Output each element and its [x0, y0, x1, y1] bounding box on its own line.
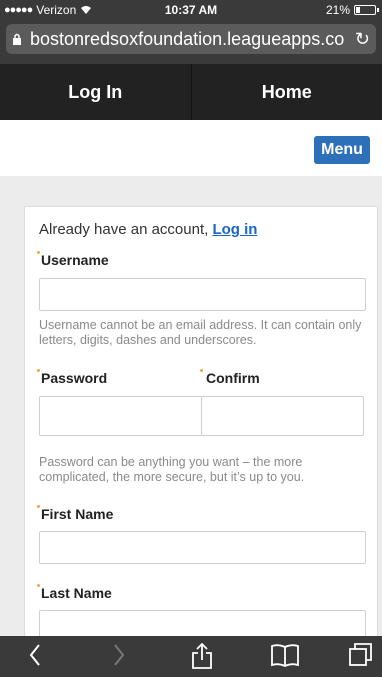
site-nav: Log In Home [0, 64, 382, 120]
url-text: bostonredsoxfoundation.leagueapps.co [30, 28, 345, 49]
username-input[interactable] [39, 278, 366, 311]
reload-icon[interactable]: ↻ [355, 29, 370, 50]
login-link[interactable]: Log in [212, 221, 257, 238]
clock: 10:37 AM [164, 3, 218, 17]
password-help: Password can be anything you want – the … [39, 455, 305, 484]
password-label: Password [41, 370, 108, 386]
username-help: Username cannot be an email address. It … [39, 318, 362, 347]
required-marker [200, 369, 203, 372]
lock-icon [13, 33, 21, 45]
already-text: Already have an account, [39, 221, 213, 238]
username-label: Username [41, 252, 109, 268]
book-icon[interactable] [270, 642, 300, 668]
nav-login[interactable]: Log In [0, 64, 191, 120]
browser-url-bar: bostonredsoxfoundation.leagueapps.co ↻ [0, 20, 382, 64]
required-marker [37, 251, 40, 254]
battery-icon [354, 5, 379, 15]
back-icon[interactable] [28, 642, 42, 668]
battery-percent: 21% [325, 3, 350, 17]
share-icon[interactable] [190, 642, 214, 670]
browser-toolbar [0, 636, 382, 677]
required-marker [37, 584, 40, 587]
menu-button[interactable]: Menu [314, 136, 370, 164]
confirm-input[interactable] [201, 396, 364, 436]
address-field[interactable]: bostonredsoxfoundation.leagueapps.co ↻ [6, 24, 376, 54]
already-have-account: Already have an account, Log in [39, 221, 257, 238]
lastname-label: Last Name [41, 585, 112, 601]
required-marker [37, 505, 40, 508]
password-input[interactable] [39, 396, 202, 436]
forward-icon[interactable] [112, 642, 126, 668]
required-marker [37, 369, 40, 372]
firstname-label: First Name [41, 506, 114, 522]
confirm-label: Confirm [206, 370, 260, 386]
firstname-input[interactable] [39, 531, 366, 564]
tabs-icon[interactable] [348, 642, 374, 668]
nav-home[interactable]: Home [190, 64, 382, 120]
status-bar: ●●●●● Verizon 10:37 AM 21% [0, 0, 382, 20]
